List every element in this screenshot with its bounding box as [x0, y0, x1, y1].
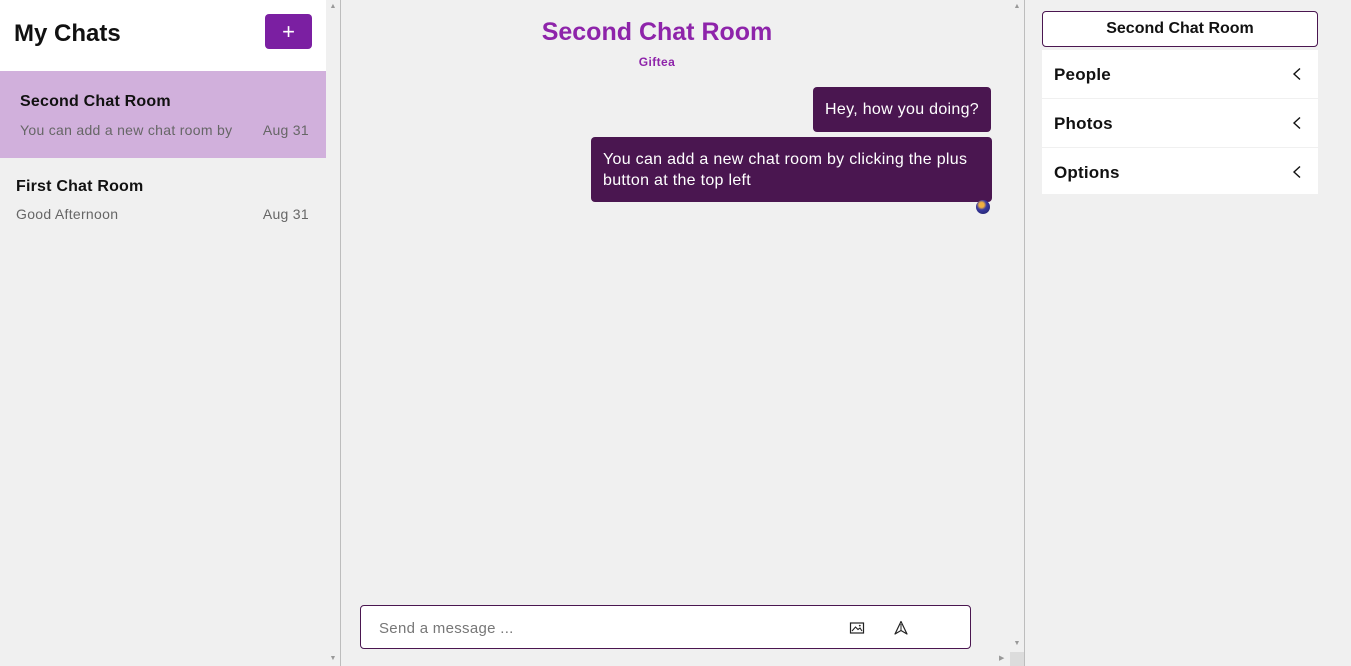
- new-chat-button[interactable]: +: [265, 14, 312, 49]
- chat-settings-panel: Second Chat Room People Photos Options: [1026, 0, 1351, 666]
- message-composer: [360, 605, 971, 649]
- chevron-left-icon: [1292, 67, 1301, 81]
- chevron-left-icon: [1292, 165, 1301, 179]
- chat-preview: You can add a new chat room by clicking …: [20, 122, 236, 138]
- message-bubble: Hey, how you doing?: [813, 87, 991, 132]
- section-label: Options: [1054, 163, 1120, 182]
- chat-date: Aug 31: [262, 206, 309, 222]
- scroll-up-arrow-icon[interactable]: ▲: [329, 3, 337, 11]
- chat-list-item[interactable]: First Chat Room Good Afternoon Aug 31: [0, 158, 326, 245]
- photos-section[interactable]: Photos: [1042, 99, 1318, 147]
- options-section[interactable]: Options: [1042, 148, 1318, 194]
- scroll-up-arrow-icon[interactable]: ▲: [1013, 3, 1021, 11]
- scrollbar-corner: [1010, 652, 1024, 666]
- chat-date: Aug 31: [262, 122, 309, 138]
- settings-chat-title: Second Chat Room: [1042, 11, 1318, 47]
- chat-preview: Good Afternoon: [16, 206, 119, 222]
- people-section[interactable]: People: [1042, 50, 1318, 98]
- avatar: [976, 200, 990, 214]
- image-upload-icon[interactable]: [849, 620, 865, 636]
- chat-room-title: Second Chat Room: [541, 18, 773, 46]
- send-icon[interactable]: [893, 620, 909, 636]
- sidebar-title: My Chats: [14, 20, 121, 47]
- sidebar-header: My Chats +: [0, 0, 326, 71]
- chat-list-sidebar: My Chats + Second Chat Room You can add …: [0, 0, 341, 666]
- chat-feed: Second Chat Room Giftea Hey, how you doi…: [342, 0, 1025, 666]
- scroll-down-arrow-icon[interactable]: ▼: [329, 655, 337, 663]
- chat-list-item[interactable]: Second Chat Room You can add a new chat …: [0, 71, 326, 158]
- chat-room-subtitle: Giftea: [638, 55, 676, 69]
- chat-name: Second Chat Room: [20, 93, 171, 110]
- message-input[interactable]: [379, 618, 819, 638]
- chevron-left-icon: [1292, 116, 1301, 130]
- message-bubble: You can add a new chat room by clicking …: [591, 137, 992, 202]
- scroll-down-arrow-icon[interactable]: ▼: [1013, 640, 1021, 648]
- chat-name: First Chat Room: [16, 178, 144, 195]
- section-label: Photos: [1054, 114, 1113, 133]
- section-label: People: [1054, 65, 1111, 84]
- scroll-right-arrow-icon[interactable]: ▶: [999, 654, 1007, 664]
